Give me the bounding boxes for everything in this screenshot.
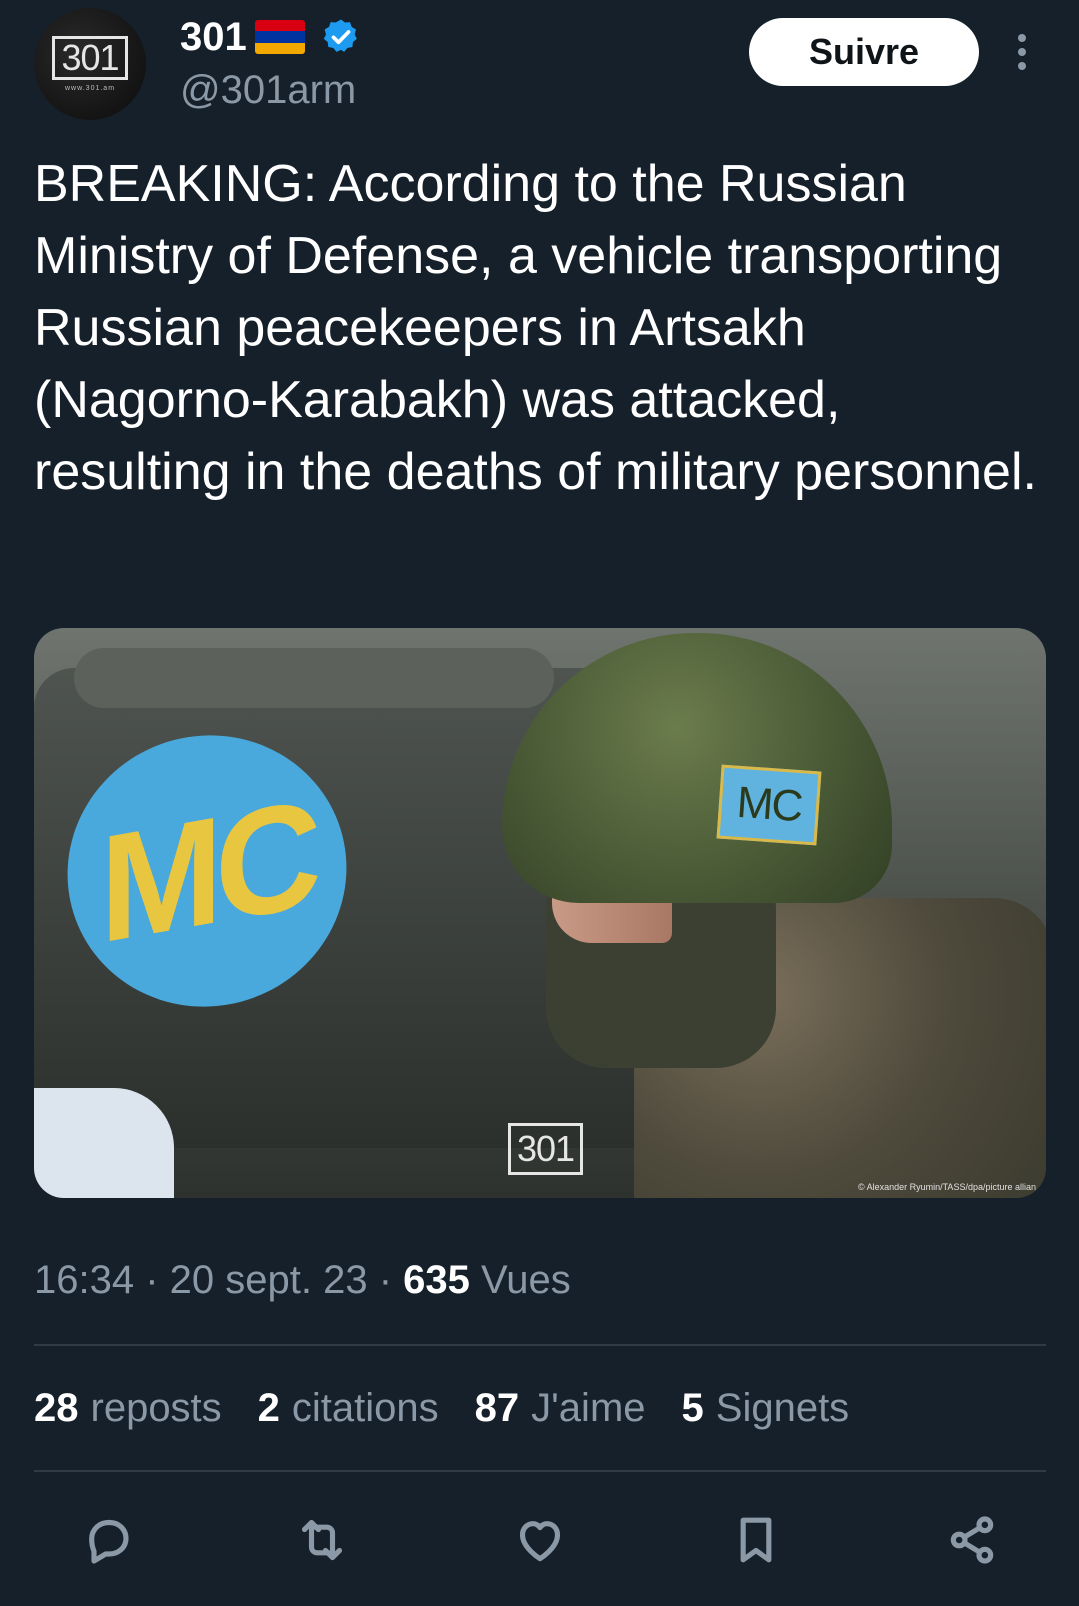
bookmarks-label: Signets	[715, 1386, 850, 1430]
tweet-text: BREAKING: According to the Russian Minis…	[34, 155, 1037, 501]
tweet-image[interactable]: MC MC 301 © Alexander Ryumin/TASS/dpa/pi…	[34, 628, 1046, 1198]
emblem-text: MC	[100, 766, 314, 975]
repost-icon	[301, 1519, 343, 1561]
views-label: Vues	[481, 1258, 571, 1302]
avatar-logo-subtext: www.301.am	[64, 85, 116, 92]
divider	[34, 1470, 1046, 1472]
bookmarks-stat[interactable]: 5 Signets	[682, 1386, 850, 1431]
avatar-logo: 301	[52, 36, 128, 80]
image-watermark: 301	[508, 1123, 584, 1175]
tweet-time[interactable]: 16:34	[34, 1258, 134, 1302]
quotes-stat[interactable]: 2 citations	[258, 1386, 439, 1431]
vehicle-hatch-shape	[74, 648, 554, 708]
share-button[interactable]	[940, 1508, 1004, 1572]
reposts-stat[interactable]: 28 reposts	[34, 1386, 222, 1431]
verified-badge-icon[interactable]	[321, 17, 361, 57]
repost-button[interactable]	[290, 1508, 354, 1572]
patch-text: MC	[735, 777, 803, 832]
follow-button[interactable]: Suivre	[749, 18, 979, 86]
author-name-row[interactable]: 301	[180, 14, 361, 60]
author-handle[interactable]: @301arm	[180, 68, 356, 113]
more-options-icon[interactable]	[1004, 30, 1040, 74]
quotes-count: 2	[257, 1386, 280, 1430]
bookmark-button[interactable]	[724, 1508, 788, 1572]
reply-icon	[89, 1519, 129, 1564]
action-bar	[0, 1500, 1079, 1580]
helmet-patch: MC	[716, 764, 822, 846]
reposts-count: 28	[34, 1386, 79, 1430]
like-icon	[519, 1521, 561, 1562]
tweet-detail: 301 www.301.am 301 @301arm Suivre BREAKI…	[0, 0, 1079, 1606]
views-count: 635	[403, 1258, 470, 1302]
photo-credit: © Alexander Ryumin/TASS/dpa/picture alli…	[857, 1182, 1036, 1192]
bookmarks-count: 5	[681, 1386, 704, 1430]
quotes-label: citations	[291, 1386, 439, 1430]
share-icon	[950, 1516, 994, 1564]
avatar[interactable]: 301 www.301.am	[34, 8, 146, 120]
divider	[34, 1344, 1046, 1346]
reply-button[interactable]	[76, 1508, 140, 1572]
tweet-date[interactable]: 20 sept. 23	[170, 1258, 368, 1302]
armenia-flag-icon	[254, 20, 305, 54]
white-cloth-shape	[34, 1088, 174, 1198]
engagement-stats: 28 reposts 2 citations 87 J'aime 5 Signets	[34, 1386, 849, 1431]
tweet-meta: 16:34 · 20 sept. 23 · 635 Vues	[34, 1258, 571, 1302]
likes-count: 87	[474, 1386, 520, 1430]
like-button[interactable]	[508, 1508, 572, 1572]
likes-label: J'aime	[531, 1386, 646, 1430]
likes-stat[interactable]: 87 J'aime	[475, 1386, 646, 1431]
reposts-label: reposts	[90, 1386, 222, 1430]
bookmark-icon	[740, 1517, 772, 1563]
author-name[interactable]: 301	[180, 15, 247, 60]
